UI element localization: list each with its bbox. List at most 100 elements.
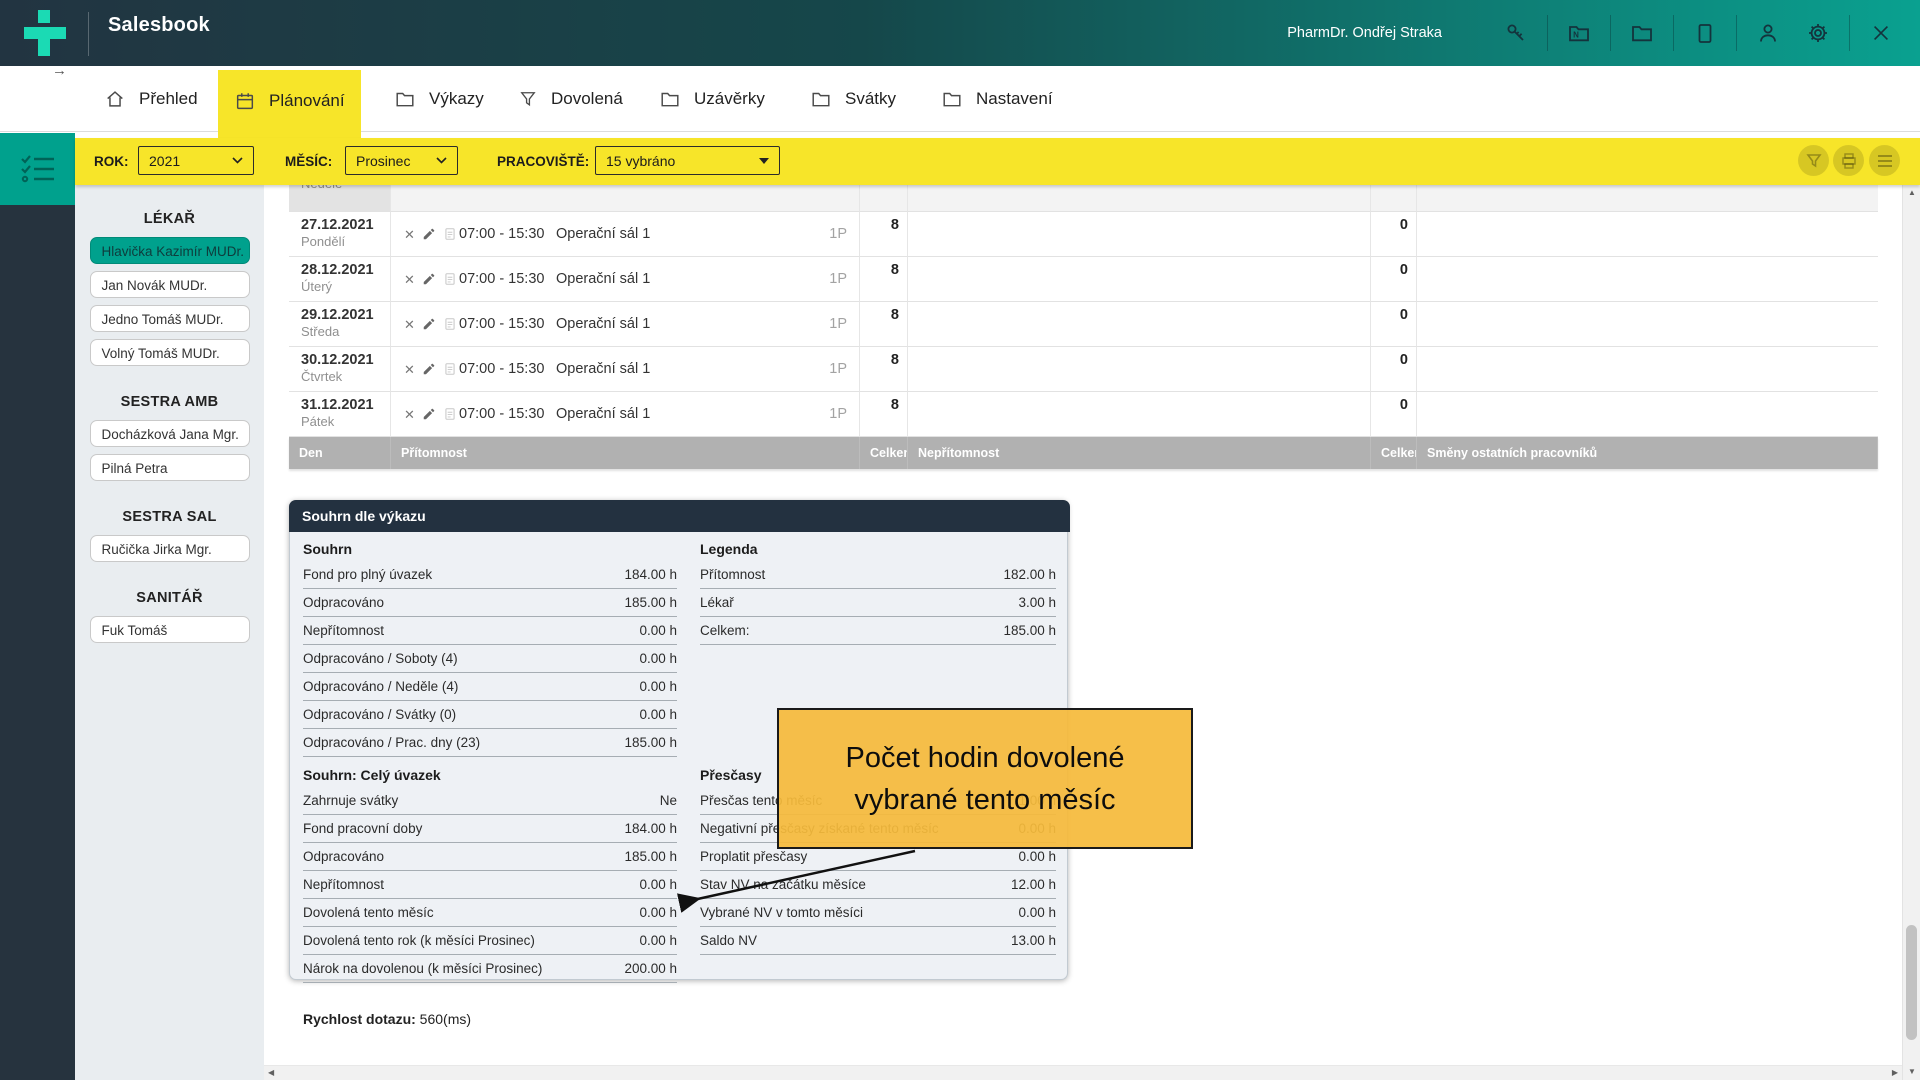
summary-row-value: 0.00 h (639, 651, 677, 666)
scroll-left-icon[interactable]: ◀ (268, 1069, 274, 1077)
menu-button[interactable] (1869, 145, 1900, 176)
summary-row: Odpracováno / Neděle (4) 0.00 h (303, 673, 677, 701)
other-shifts-cell (1417, 212, 1878, 257)
summary-row: Celkem:185.00 h (700, 617, 1056, 645)
summary-row-value: 0.00 h (639, 933, 677, 948)
personnel-list-button[interactable] (0, 133, 75, 205)
help-tooltip: Počet hodin dovolené vybrané tento měsíc (777, 708, 1193, 849)
summary-row-label: Odpracováno / Svátky (0) (303, 707, 456, 722)
gear-icon[interactable] (1798, 13, 1838, 53)
summary-row-label: Fond pracovní doby (303, 821, 422, 836)
vertical-scrollbar[interactable]: ▲ ▼ (1902, 185, 1920, 1080)
horizontal-scrollbar[interactable]: ◀ ▶ (264, 1065, 1902, 1080)
tab-label: Dovolená (551, 89, 623, 109)
scroll-down-icon[interactable]: ▼ (1908, 1068, 1916, 1076)
report-shift-icon[interactable] (443, 407, 457, 421)
edit-shift-icon[interactable] (422, 407, 436, 421)
summary-row-label: Zahrnuje svátky (303, 793, 398, 808)
personnel-item[interactable]: Jan Novák MUDr. (90, 271, 250, 298)
tab-dovolena[interactable]: Dovolená (502, 66, 639, 131)
tab-svatky[interactable]: Svátky (794, 66, 912, 131)
tab-nastaveni[interactable]: Nastavení (925, 66, 1069, 131)
personnel-item[interactable]: Pilná Petra (90, 454, 250, 481)
shift-time: 07:00 - 15:30 (459, 271, 556, 287)
main-content: 26.12.2021Neděle27.12.2021Pondělí ✕ 07:0… (264, 185, 1902, 1065)
delete-shift-icon[interactable]: ✕ (404, 363, 415, 376)
mesic-select[interactable]: Prosinec (345, 146, 458, 175)
absence-total-cell: 0 (1371, 212, 1417, 257)
app-window: Salesbook PharmDr. Ondřej Straka N → Pře… (0, 0, 1920, 1080)
presence-cell (391, 185, 860, 212)
summary-row-value: 182.00 h (1003, 567, 1056, 582)
delete-shift-icon[interactable]: ✕ (404, 408, 415, 421)
summary-row-value: 0.00 h (639, 679, 677, 694)
tab-prehled[interactable]: Přehled (88, 66, 214, 131)
close-icon[interactable] (1861, 13, 1901, 53)
summary-row-label: Odpracováno / Neděle (4) (303, 679, 458, 694)
summary-row-label: Stav NV na začátku měsíce (700, 877, 866, 892)
chevron-down-icon (232, 157, 243, 164)
column-header: Přítomnost (391, 437, 860, 469)
shift-tag: 1P (829, 271, 847, 287)
presence-total-cell: 8 (860, 257, 908, 302)
tab-vykazy[interactable]: Výkazy (378, 66, 500, 131)
rok-select[interactable]: 2021 (138, 146, 254, 175)
edit-shift-icon[interactable] (422, 227, 436, 241)
tab-uzaverky[interactable]: Uzávěrky (643, 66, 781, 131)
delete-shift-icon[interactable]: ✕ (404, 273, 415, 286)
delete-shift-icon[interactable]: ✕ (404, 318, 415, 331)
personnel-group-title: SANITÁŘ (75, 588, 264, 608)
query-speed-status: Rychlost dotazu: 560(ms) (303, 1011, 471, 1027)
summary-section-title: Legenda (700, 537, 1056, 561)
tab-planovani[interactable]: Plánování (218, 70, 361, 131)
summary-row: Nepřítomnost0.00 h (303, 617, 677, 645)
shift-tag: 1P (829, 361, 847, 377)
summary-row-label: Dovolená tento rok (k měsíci Prosinec) (303, 933, 535, 948)
delete-shift-icon[interactable]: ✕ (404, 228, 415, 241)
day-cell: 30.12.2021Čtvrtek (289, 347, 391, 392)
user-icon[interactable] (1748, 13, 1788, 53)
summary-row: Odpracováno / Prac. dny (23)185.00 h (303, 729, 677, 757)
summary-row: Nárok na dovolenou (k měsíci Prosinec)20… (303, 955, 677, 983)
filter-button[interactable] (1798, 145, 1829, 176)
column-header: Celkem (1371, 437, 1417, 469)
tab-label: Uzávěrky (694, 89, 765, 109)
pracoviste-select[interactable]: 15 vybráno (595, 146, 780, 175)
other-shifts-cell (1417, 392, 1878, 437)
report-shift-icon[interactable] (443, 362, 457, 376)
schedule-row: 26.12.2021Neděle (289, 185, 1878, 212)
summary-row-label: Lékař (700, 595, 734, 610)
personnel-item[interactable]: Fuk Tomáš (90, 616, 250, 643)
report-shift-icon[interactable] (443, 317, 457, 331)
column-header: Nepřítomnost (908, 437, 1371, 469)
key-icon[interactable] (1496, 13, 1536, 53)
tablet-icon[interactable] (1685, 13, 1725, 53)
scroll-right-icon[interactable]: ▶ (1892, 1069, 1898, 1077)
scroll-up-icon[interactable]: ▲ (1908, 189, 1916, 197)
absence-cell (908, 185, 1371, 212)
pracoviste-label: PRACOVIŠTĚ: (497, 138, 589, 185)
vertical-scroll-thumb[interactable] (1906, 925, 1917, 1040)
report-shift-icon[interactable] (443, 272, 457, 286)
print-button[interactable] (1833, 145, 1864, 176)
edit-shift-icon[interactable] (422, 362, 436, 376)
summary-row: Nepřítomnost0.00 h (303, 871, 677, 899)
day-cell: 26.12.2021Neděle (289, 185, 391, 212)
edit-shift-icon[interactable] (422, 317, 436, 331)
schedule-row: 28.12.2021Úterý ✕ 07:00 - 15:30 Operační… (289, 257, 1878, 302)
report-shift-icon[interactable] (443, 227, 457, 241)
personnel-item[interactable]: Jedno Tomáš MUDr. (90, 305, 250, 332)
header-divider (88, 12, 89, 56)
absence-cell (908, 257, 1371, 302)
tab-label: Nastavení (976, 89, 1053, 109)
personnel-item[interactable]: Volný Tomáš MUDr. (90, 339, 250, 366)
folder-n-icon[interactable]: N (1559, 13, 1599, 53)
presence-total-cell: 8 (860, 392, 908, 437)
folder-icon[interactable] (1622, 13, 1662, 53)
edit-shift-icon[interactable] (422, 272, 436, 286)
mesic-value: Prosinec (356, 153, 410, 169)
summary-row-value: 200.00 h (624, 961, 677, 976)
personnel-item[interactable]: Docházková Jana Mgr. (90, 420, 250, 447)
personnel-item[interactable]: Hlavička Kazimír MUDr. (90, 237, 250, 264)
personnel-item[interactable]: Ručička Jirka Mgr. (90, 535, 250, 562)
